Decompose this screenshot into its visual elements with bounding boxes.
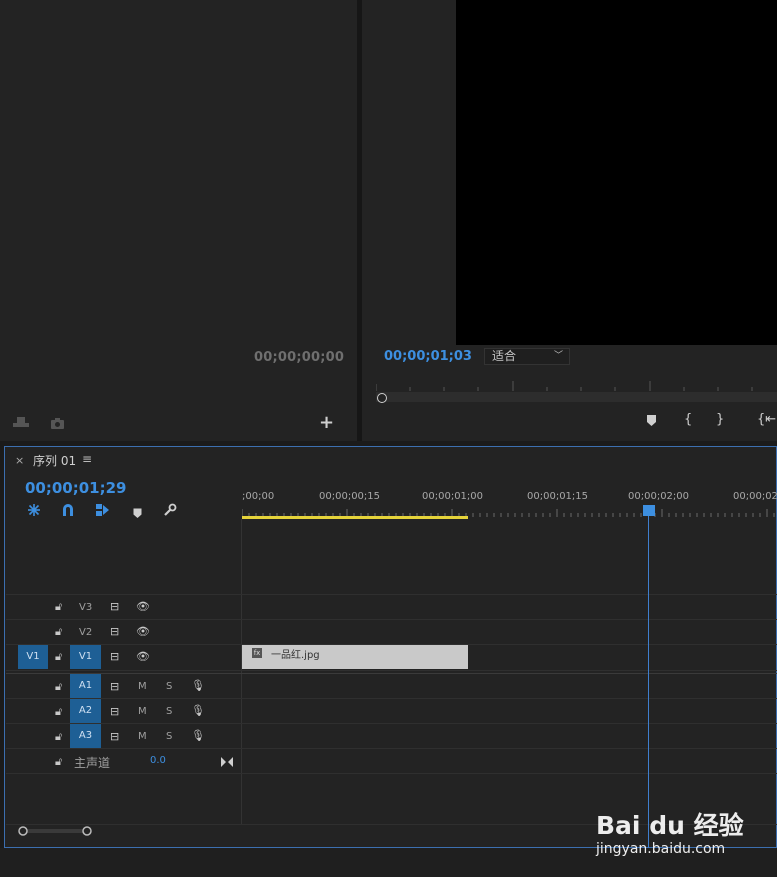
zoom-fit-select[interactable]: 适合 ﹀ [484, 348, 570, 365]
program-timecode[interactable]: 00;00;01;03 [384, 349, 472, 364]
lock-icon[interactable]: 🔓︎ [55, 755, 62, 769]
track-label-v2[interactable]: V2 [79, 627, 92, 638]
master-track-label: 主声道 [74, 756, 111, 770]
solo-button[interactable]: S [166, 681, 172, 692]
source-monitor-panel [0, 0, 357, 441]
go-to-in-button[interactable]: {⇤ [757, 412, 776, 427]
ruler-label: 00;00;02; [733, 491, 777, 502]
baidu-watermark-logo: Bai du 经验 [596, 811, 744, 840]
chevron-down-icon: ﹀ [553, 351, 563, 361]
go-to-end-icon[interactable] [221, 752, 233, 771]
add-marker-button[interactable] [646, 414, 657, 431]
microphone-icon[interactable]: 🎙︎ [191, 704, 205, 717]
track-divider [6, 773, 777, 774]
mark-out-icon: } [716, 412, 725, 427]
track-divider [6, 670, 777, 671]
sync-lock-icon[interactable]: ⊟ [110, 650, 119, 663]
master-volume-value[interactable]: 0.0 [150, 755, 166, 766]
lock-icon[interactable]: 🔓︎ [55, 680, 62, 694]
track-target-v1[interactable]: V1 [70, 645, 101, 669]
go-to-in-icon: {⇤ [757, 412, 777, 427]
track-target-a3[interactable]: A3 [70, 724, 101, 748]
mute-button[interactable]: M [138, 706, 147, 717]
lock-icon[interactable]: 🔓︎ [55, 730, 62, 744]
sequence-timecode[interactable]: 00;00;01;29 [25, 479, 127, 497]
ruler-label: 00;00;01;00 [422, 491, 484, 502]
track-header-column [6, 519, 242, 824]
ruler-label: 00;00;01;15 [527, 491, 589, 502]
mark-in-button[interactable]: { [684, 412, 692, 427]
lock-icon[interactable]: 🔓︎ [55, 625, 62, 639]
track-divider [6, 594, 777, 595]
eye-icon[interactable]: 👁︎ [136, 600, 150, 613]
track-target-a2[interactable]: A2 [70, 699, 101, 723]
ruler-label: 00;00;02;00 [628, 491, 690, 502]
lock-icon[interactable]: 🔓︎ [55, 650, 62, 664]
solo-button[interactable]: S [166, 706, 172, 717]
lock-icon[interactable]: 🔓︎ [55, 600, 62, 614]
track-divider [6, 723, 777, 724]
track-target-a1[interactable]: A1 [70, 674, 101, 698]
video-audio-divider[interactable] [6, 673, 777, 674]
baidu-watermark-url: jingyan.baidu.com [596, 841, 726, 857]
ruler-label: ;00;00 [242, 491, 275, 502]
timeline-zoom-scrollbar[interactable] [18, 826, 92, 836]
sync-lock-icon[interactable]: ⊟ [110, 600, 119, 613]
mute-button[interactable]: M [138, 681, 147, 692]
microphone-icon[interactable]: 🎙︎ [191, 729, 205, 742]
track-label-v3[interactable]: V3 [79, 602, 92, 613]
eye-icon[interactable]: 👁︎ [136, 650, 150, 663]
solo-button[interactable]: S [166, 731, 172, 742]
ruler-label: 00;00;00;15 [319, 491, 381, 502]
zoom-fit-value: 适合 [492, 349, 517, 363]
close-icon[interactable]: × [15, 454, 24, 467]
track-divider [6, 698, 777, 699]
mute-button[interactable]: M [138, 731, 147, 742]
fx-badge: fx [252, 648, 262, 658]
lock-icon[interactable]: 🔓︎ [55, 705, 62, 719]
sync-lock-icon[interactable]: ⊟ [110, 705, 119, 718]
timeline-playhead-line[interactable] [648, 512, 649, 848]
sync-lock-icon[interactable]: ⊟ [110, 680, 119, 693]
track-divider [6, 619, 777, 620]
clip-name: 一品红.jpg [271, 650, 320, 661]
sync-lock-icon[interactable]: ⊟ [110, 625, 119, 638]
sync-lock-icon[interactable]: ⊟ [110, 730, 119, 743]
program-scrub-bar[interactable] [376, 392, 777, 402]
timeline-playhead[interactable] [643, 505, 655, 516]
plus-icon[interactable]: + [319, 412, 334, 433]
insert-icon[interactable] [12, 414, 32, 433]
work-area-bar[interactable] [242, 516, 468, 519]
program-playhead[interactable] [377, 393, 387, 403]
mark-out-button[interactable]: } [716, 412, 724, 427]
camera-icon[interactable] [50, 415, 66, 434]
source-timecode[interactable]: 00;00;00;00 [254, 350, 344, 365]
track-divider [6, 748, 777, 749]
panel-menu-icon[interactable]: ≡ [82, 452, 92, 466]
mark-in-icon: { [684, 412, 693, 427]
source-patch-v1[interactable]: V1 [18, 645, 48, 669]
sequence-tab-title[interactable]: 序列 01 [33, 452, 76, 469]
program-ruler[interactable] [376, 378, 777, 392]
eye-icon[interactable]: 👁︎ [136, 625, 150, 638]
microphone-icon[interactable]: 🎙︎ [191, 679, 205, 692]
program-video-frame [456, 0, 777, 345]
